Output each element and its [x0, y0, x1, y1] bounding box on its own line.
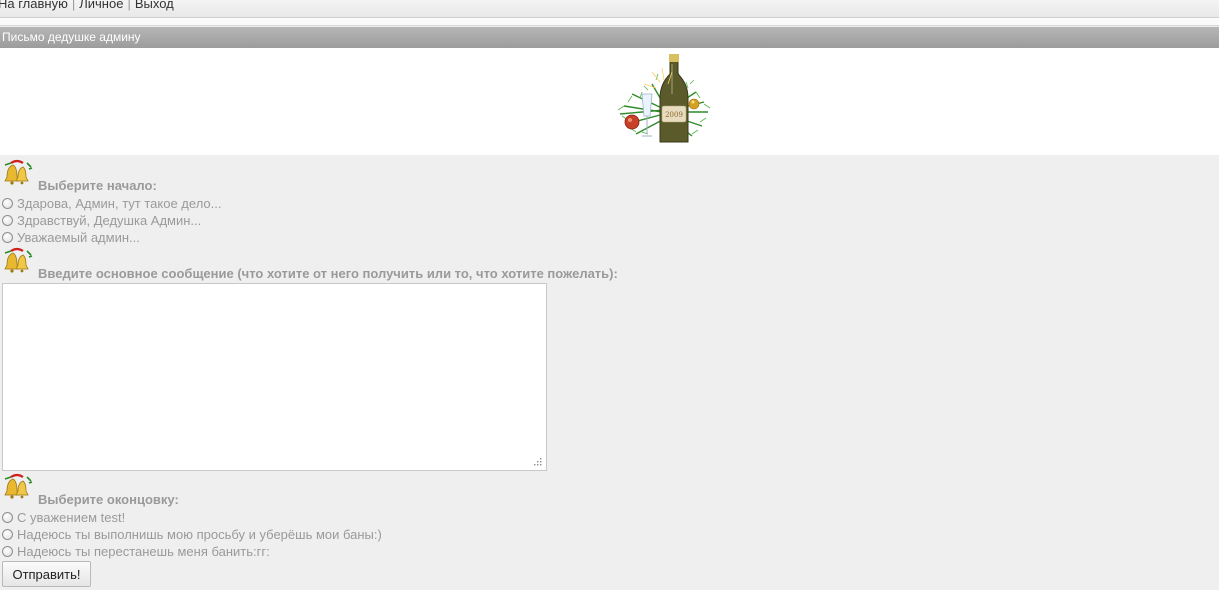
message-textarea[interactable]	[2, 283, 547, 471]
banner: 2009	[0, 48, 1219, 155]
resize-grip-icon[interactable]	[532, 456, 542, 466]
radio-button[interactable]	[2, 546, 13, 557]
opening-label: Выберите начало:	[38, 178, 157, 193]
opening-option-label: Уважаемый админ...	[17, 230, 140, 245]
closing-option[interactable]: Надеюсь ты выполнишь мою просьбу и уберё…	[2, 526, 382, 543]
opening-option[interactable]: Здарова, Админ, тут такое дело...	[2, 195, 222, 212]
radio-button[interactable]	[2, 529, 13, 540]
closing-option-label: С уважением test!	[17, 510, 126, 525]
nav-separator: |	[71, 0, 76, 11]
nav-home-link[interactable]: На главную	[0, 0, 68, 11]
top-navigation: На главную | Личное | Выход	[0, 0, 1219, 18]
opening-option[interactable]: Уважаемый админ...	[2, 229, 140, 246]
radio-button[interactable]	[2, 215, 13, 226]
nav-personal-link[interactable]: Личное	[79, 0, 123, 11]
christmas-bells-icon	[4, 159, 33, 185]
nav-divider	[0, 18, 1219, 26]
nav-links: На главную | Личное | Выход	[0, 0, 174, 11]
closing-label: Выберите оконцовку:	[38, 492, 179, 507]
submit-button[interactable]: Отправить!	[2, 561, 91, 587]
nav-separator: |	[127, 0, 131, 11]
opening-option-label: Здравствуй, Дедушка Админ...	[17, 213, 202, 228]
opening-option-label: Здарова, Админ, тут такое дело...	[17, 196, 222, 211]
radio-button[interactable]	[2, 232, 13, 243]
closing-option-label: Надеюсь ты перестанешь меня банить:гг:	[17, 544, 270, 559]
page-header: Письмо дедушке админу	[0, 27, 1219, 48]
champagne-bottle-christmas-image: 2009	[617, 54, 711, 143]
christmas-bells-icon	[4, 473, 33, 499]
closing-option[interactable]: С уважением test!	[2, 509, 125, 526]
page-title: Письмо дедушке админу	[2, 30, 141, 44]
message-label: Введите основное сообщение (что хотите о…	[38, 266, 618, 281]
nav-logout-link[interactable]: Выход	[135, 0, 174, 11]
radio-button[interactable]	[2, 198, 13, 209]
opening-option[interactable]: Здравствуй, Дедушка Админ...	[2, 212, 201, 229]
closing-option-label: Надеюсь ты выполнишь мою просьбу и уберё…	[17, 527, 382, 542]
svg-text:2009: 2009	[665, 111, 683, 119]
radio-button[interactable]	[2, 512, 13, 523]
christmas-bells-icon	[4, 247, 33, 273]
closing-option[interactable]: Надеюсь ты перестанешь меня банить:гг:	[2, 543, 270, 560]
